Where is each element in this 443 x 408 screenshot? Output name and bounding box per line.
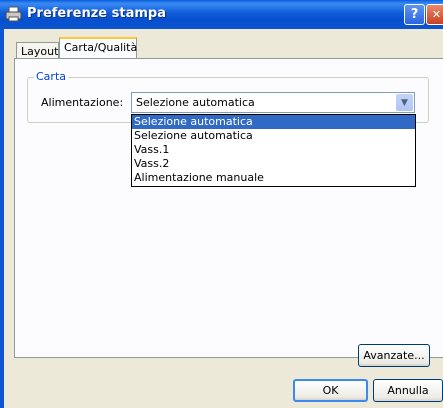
carta-group-title: Carta — [34, 70, 68, 83]
source-dropdown-list: Selezione automatica Selezione automatic… — [131, 114, 416, 187]
source-combobox-value: Selezione automatica — [136, 96, 255, 109]
ok-button[interactable]: OK — [293, 379, 368, 402]
tab-carta-qualita[interactable]: Carta/Qualità — [59, 37, 137, 58]
title-bar[interactable]: Preferenze stampa ? ✕ — [0, 0, 443, 29]
source-combobox[interactable]: Selezione automatica ▼ — [131, 92, 415, 113]
tab-layout[interactable]: Layout — [16, 42, 59, 59]
dropdown-option[interactable]: Vass.1 — [132, 143, 415, 157]
window-frame — [0, 29, 4, 408]
close-button[interactable]: ✕ — [426, 4, 443, 25]
source-label: Alimentazione: — [41, 96, 124, 109]
dropdown-option[interactable]: Selezione automatica — [132, 115, 415, 129]
printer-icon — [5, 6, 22, 22]
window-title: Preferenze stampa — [27, 6, 166, 21]
dropdown-option[interactable]: Vass.2 — [132, 157, 415, 171]
chevron-down-icon[interactable]: ▼ — [396, 94, 413, 111]
dropdown-option[interactable]: Selezione automatica — [132, 129, 415, 143]
help-button[interactable]: ? — [404, 4, 425, 25]
cancel-button[interactable]: Annulla — [373, 379, 443, 402]
dropdown-option[interactable]: Alimentazione manuale — [132, 171, 415, 185]
advanced-button[interactable]: Avanzate... — [358, 344, 430, 367]
